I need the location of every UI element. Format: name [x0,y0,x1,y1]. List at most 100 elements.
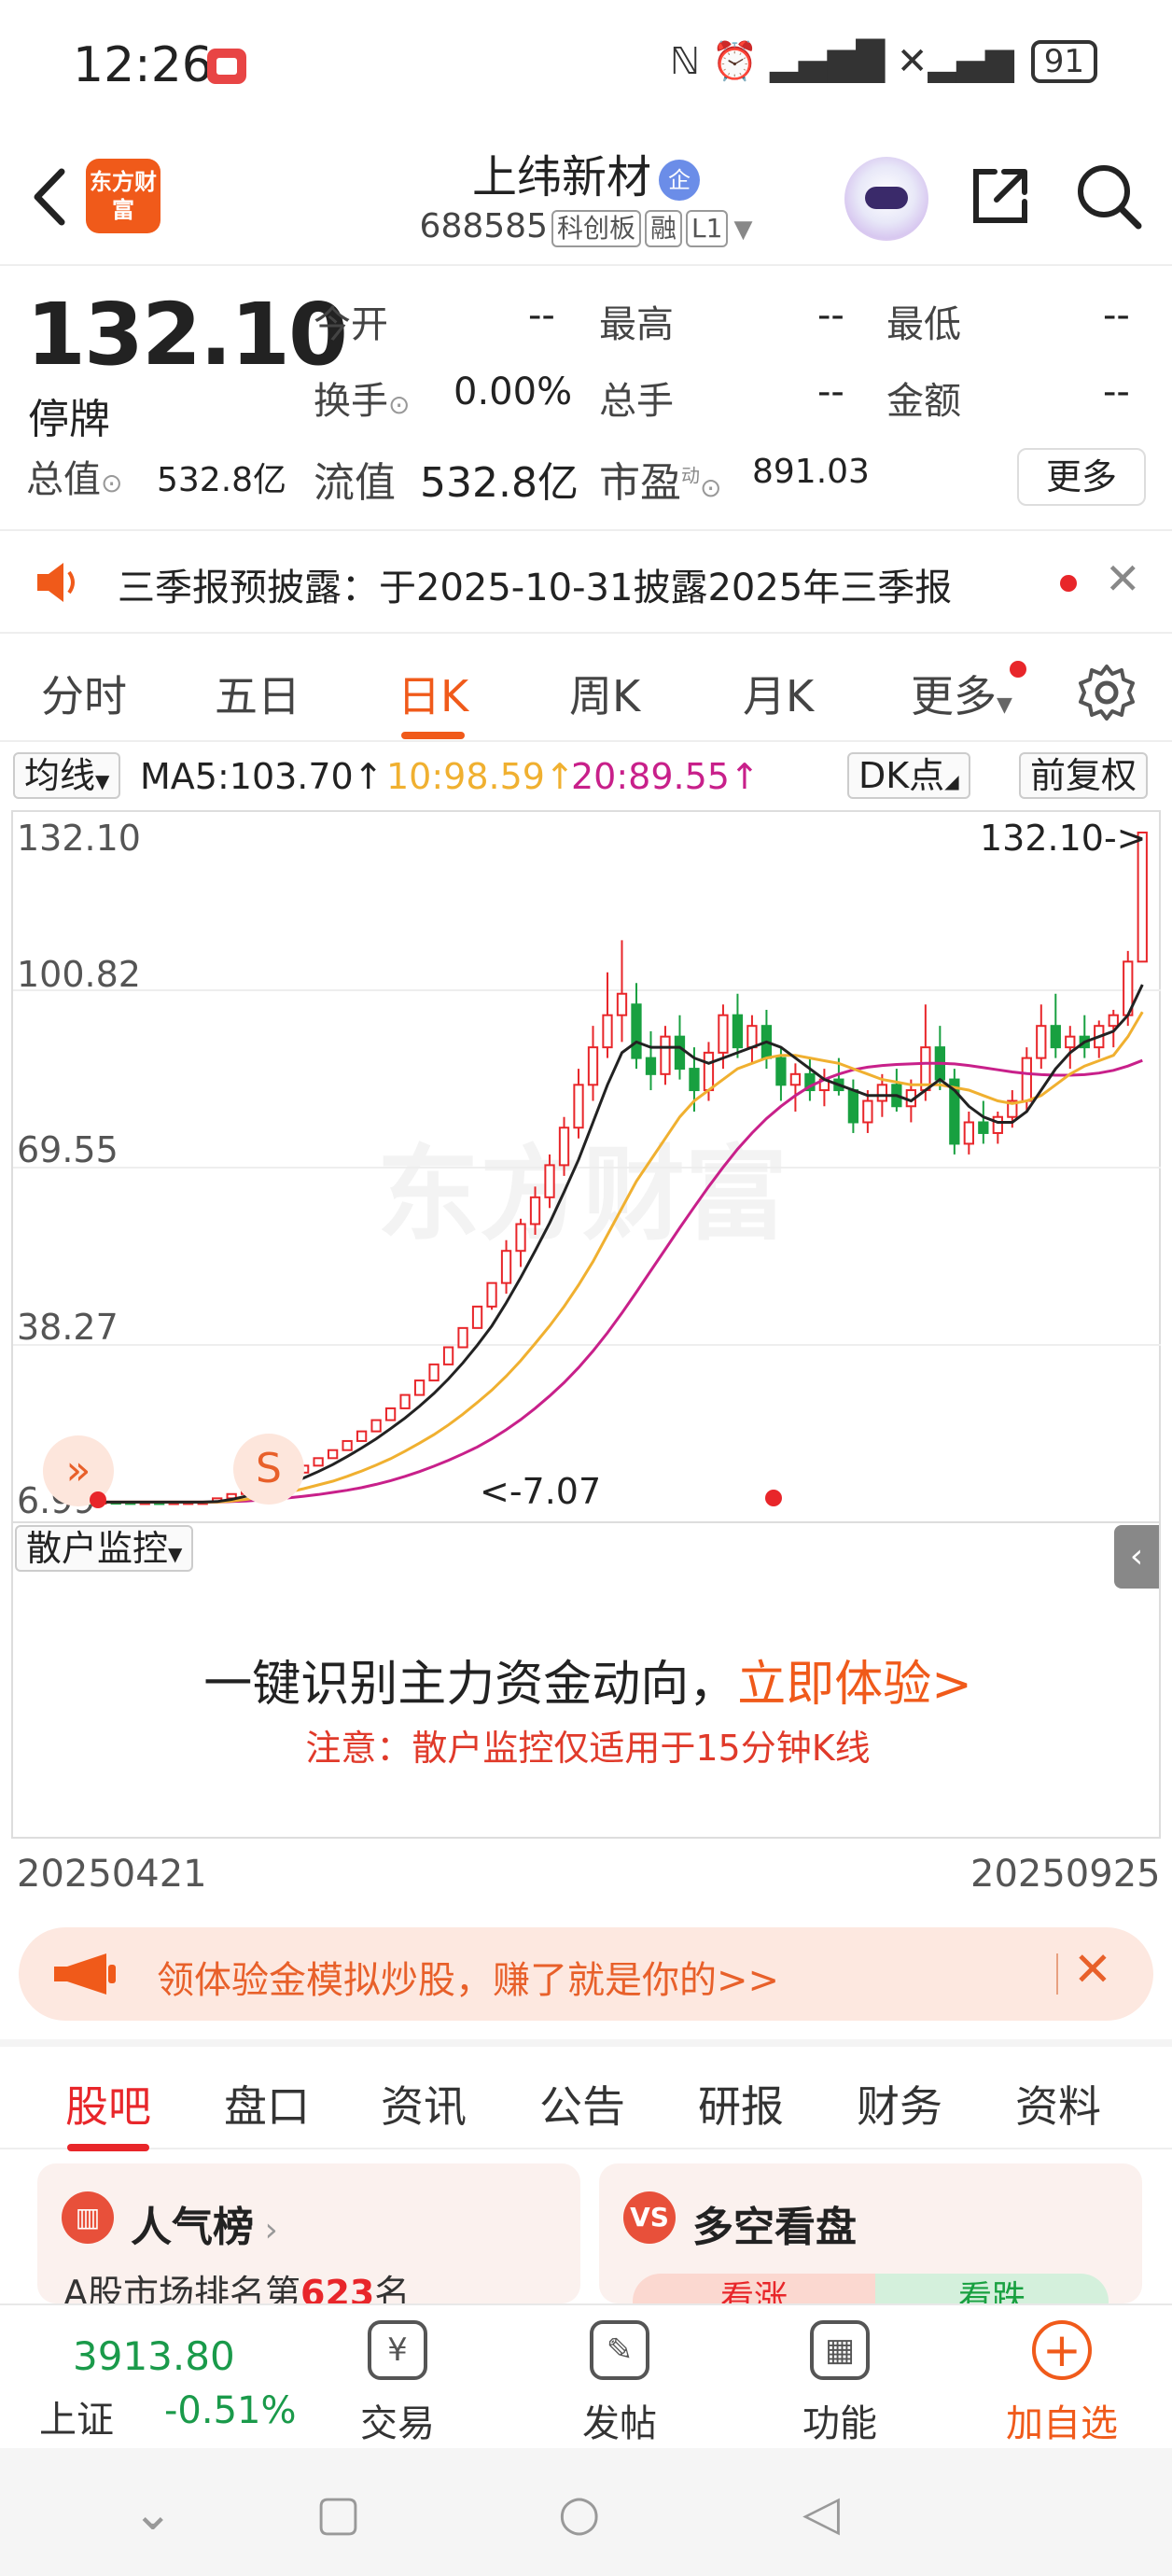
info-icon: ⊙ [700,472,722,503]
market-cap-label[interactable]: 总值⊙ [26,449,122,503]
candle-body [645,1057,657,1075]
pe-value: 891.03 [752,453,870,491]
search-icon[interactable] [1073,161,1144,231]
hide-keyboard-icon[interactable]: ⌄ [133,2485,174,2541]
candle-body [587,1046,599,1086]
close-promo-icon[interactable]: ✕ [1073,1942,1112,1996]
home-icon[interactable]: ○ [558,2485,600,2541]
candle-body [471,1305,483,1329]
ma20-value: 20:89.55↑ [571,756,760,797]
candle-body [544,1164,555,1198]
tag-margin: 融 [645,210,683,247]
retail-monitor-panel: 散户监控▼ ‹ 一键识别主力资金动向，立即体验> 注意：散户监控仅适用于15分钟… [11,1521,1161,1839]
notification-icon [207,49,246,84]
index-change[interactable]: -0.51% [164,2389,297,2432]
grid-icon: ▦ [810,2320,870,2380]
float-cap-value: 532.8亿 [420,459,579,507]
tab-profile[interactable]: 资料 [1015,2073,1101,2135]
tag-star-market: 科创板 [551,210,641,247]
unread-dot [1060,575,1077,592]
candle-body [573,1084,584,1129]
current-price: 132.10 [26,285,348,385]
recents-icon[interactable]: ▢ [315,2485,361,2541]
settings-gear-icon[interactable] [1077,663,1137,722]
battery-indicator: 91 [1030,39,1097,83]
chart-tabs: 分时 五日 日K 周K 月K 更多▼ [0,635,1172,742]
yen-icon: ¥ [368,2320,427,2380]
tab-more-dot [1010,661,1026,678]
ranking-icon: ▥ [62,2191,114,2244]
amount-label: 金额 [886,380,961,423]
tab-finance[interactable]: 财务 [857,2073,942,2135]
try-now-link[interactable]: 立即体验> [737,1657,972,1713]
float-cap-label: 流值 [314,459,396,507]
tab-order-book[interactable]: 盘口 [224,2073,310,2135]
more-quote-button[interactable]: 更多 [1017,448,1146,506]
tab-announcements[interactable]: 公告 [539,2073,625,2135]
candle-body [789,1072,802,1086]
candle-body [558,1127,570,1167]
status-icons: ℕ ⏰ ▂▄▆█ ✕▂▄▆ 91 [670,39,1097,83]
kline-chart[interactable]: 东方财富 132.10 100.82 69.55 38.27 6.99 132.… [11,810,1161,1523]
nav-functions[interactable]: ▦ 功能 [774,2320,905,2447]
candle-body [631,1003,642,1059]
monitor-note: 注意：散户监控仅适用于15分钟K线 [305,1728,871,1769]
stock-header: 东方财富 上纬新材企 688585 科创板融 L1 ▼ [0,131,1172,266]
indicator-select[interactable]: 均线▼ [13,752,121,799]
tab-weekly-k[interactable]: 周K [569,663,640,724]
info-icon: ⊙ [388,389,411,420]
candle-body [703,1051,715,1092]
tab-news[interactable]: 资讯 [381,2073,467,2135]
high-value: -- [817,294,844,337]
tab-intraday[interactable]: 分时 [41,663,127,724]
status-bar: 12:26 ℕ ⏰ ▂▄▆█ ✕▂▄▆ 91 [0,0,1172,131]
nav-add-watchlist[interactable]: + 加自选 [997,2320,1127,2447]
candle-body [689,1068,700,1092]
max-price-label: 132.10-> [980,818,1147,859]
divider [1056,1953,1058,1995]
monitor-promo-text[interactable]: 一键识别主力资金动向，立即体验> [13,1645,1163,1715]
vs-icon: VS [623,2191,676,2244]
share-icon[interactable] [967,162,1034,230]
pe-label[interactable]: 市盈动⊙ [599,449,721,509]
stock-name: 上纬新材 [471,151,651,203]
tab-daily-k[interactable]: 日K [398,663,468,739]
sell-signal-icon[interactable]: S [233,1434,304,1505]
ma5-value: MA5:103.70↑ [140,756,384,797]
tab-research[interactable]: 研报 [698,2073,784,2135]
amount-value: -- [1103,371,1130,413]
candle-body [746,1025,758,1049]
candle-body [876,1084,888,1102]
candle-body [1036,1025,1047,1059]
nav-trade[interactable]: ¥ 交易 [332,2320,463,2447]
index-value[interactable]: 3913.80 [73,2333,235,2379]
dropdown-icon: ▼ [997,693,1012,717]
collapse-chevron-icon[interactable]: ‹ [1114,1525,1159,1589]
bull-bear-card[interactable]: VS 多空看盘 看涨 看跌 [599,2163,1142,2330]
notice-banner[interactable]: 三季报预披露：于2025-10-31披露2025年三季报 ✕ [0,529,1172,634]
tab-more[interactable]: 更多▼ [911,663,1012,724]
tab-five-day[interactable]: 五日 [215,663,300,724]
tab-monthly-k[interactable]: 月K [743,663,814,724]
turnover-label[interactable]: 换手⊙ [314,371,410,425]
tab-forum[interactable]: 股吧 [65,2073,151,2151]
promo-banner[interactable]: 领体验金模拟炒股，赚了就是你的>> ✕ [19,1927,1153,2021]
dropdown-icon: ▼ [168,1543,183,1565]
status-time: 12:26 [73,37,213,93]
monitor-select[interactable]: 散户监控▼ [15,1525,194,1572]
candle-body [529,1196,541,1225]
close-notice-icon[interactable]: ✕ [1105,553,1141,604]
dropdown-icon: ◢ [944,770,959,792]
dropdown-icon: ▼ [733,216,753,244]
popularity-card[interactable]: ▥ 人气榜 › A股市场排名第623名 [37,2163,580,2314]
adjust-select[interactable]: 前复权 [1019,752,1149,799]
low-label: 最低 [886,303,961,346]
back-icon[interactable]: ◁ [802,2485,840,2541]
assistant-avatar-icon[interactable] [844,157,928,241]
candle-body [732,1014,744,1049]
speaker-icon [37,563,75,602]
nav-post[interactable]: ✎ 发帖 [554,2320,685,2447]
dk-point-select[interactable]: DK点◢ [847,752,970,799]
index-name[interactable]: 上证 [39,2389,114,2443]
volume-label: 总手 [599,380,674,423]
